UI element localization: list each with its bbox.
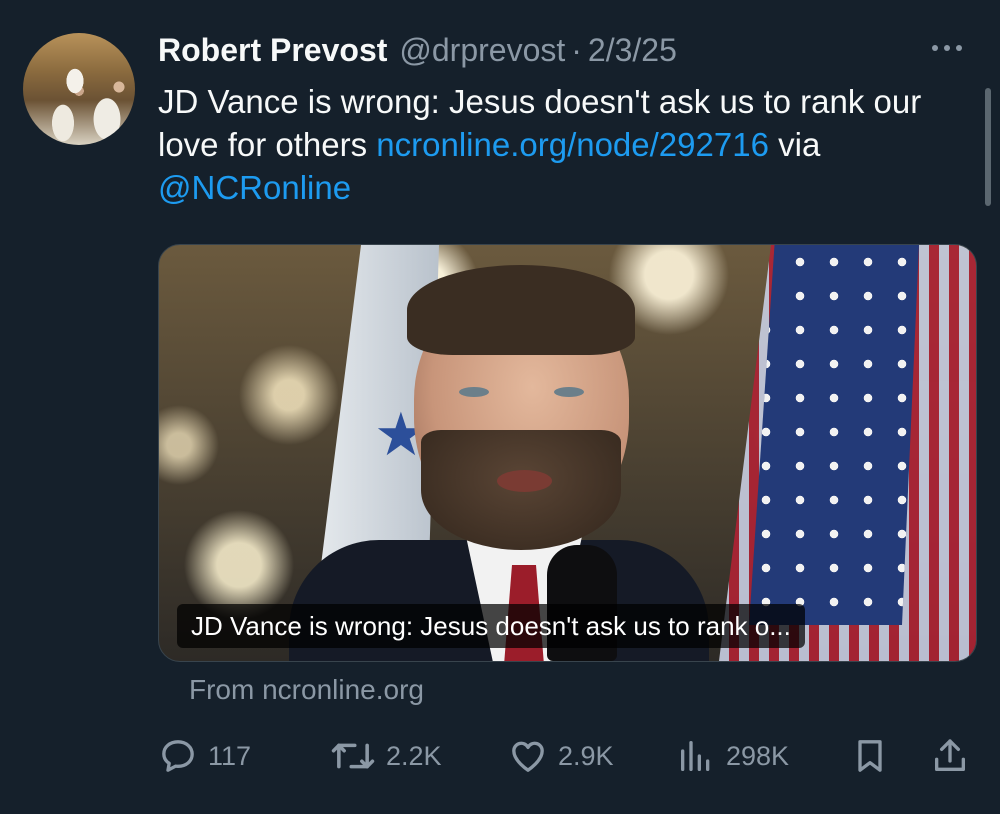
reply-count: 117 <box>208 740 252 771</box>
mention-link[interactable]: @NCRonline <box>158 169 351 206</box>
link-preview-card[interactable]: ★ JD Vance is wrong: Jesus doesn't ask u… <box>158 244 977 662</box>
person-mouth <box>497 470 552 492</box>
retweet-icon <box>331 743 375 769</box>
tweet-via-text: via <box>768 126 821 163</box>
author-handle[interactable]: @drprevost <box>399 32 565 69</box>
heart-icon <box>512 741 544 772</box>
us-flag-stars <box>749 245 919 625</box>
retweet-button[interactable]: 2.2K <box>330 734 442 778</box>
share-upload-icon <box>935 739 965 771</box>
author-name[interactable]: Robert Prevost <box>158 32 387 69</box>
header-separator: · <box>571 31 582 68</box>
person-eye-left <box>459 387 489 397</box>
bookmark-button[interactable] <box>850 734 890 778</box>
author-avatar[interactable] <box>23 33 135 145</box>
reply-button[interactable]: 117 <box>158 734 251 778</box>
tweet-link[interactable]: ncronline.org/node/292716 <box>376 126 769 163</box>
tweet-text: JD Vance is wrong: Jesus doesn't ask us … <box>158 80 978 209</box>
tweet-header: Robert Prevost @drprevost · 2/3/25 <box>158 28 677 72</box>
share-button[interactable] <box>930 734 970 778</box>
card-source[interactable]: From ncronline.org <box>189 674 424 706</box>
views-button[interactable]: 298K <box>676 734 789 778</box>
retweet-count: 2.2K <box>386 740 442 771</box>
person-eye-right <box>554 387 584 397</box>
bar-chart-icon <box>681 741 710 771</box>
like-button[interactable]: 2.9K <box>508 734 614 778</box>
bookmark-icon <box>858 740 882 772</box>
card-caption: JD Vance is wrong: Jesus doesn't ask us … <box>177 604 805 648</box>
person-hair <box>407 265 635 355</box>
like-count: 2.9K <box>558 740 614 771</box>
action-bar: 117 2.2K 2.9K 298K <box>158 734 978 778</box>
view-count: 298K <box>726 740 790 771</box>
more-dots-icon[interactable] <box>932 38 972 58</box>
speech-bubble-icon <box>162 740 194 772</box>
scrollbar[interactable] <box>985 88 991 206</box>
tweet-date[interactable]: 2/3/25 <box>588 32 677 69</box>
